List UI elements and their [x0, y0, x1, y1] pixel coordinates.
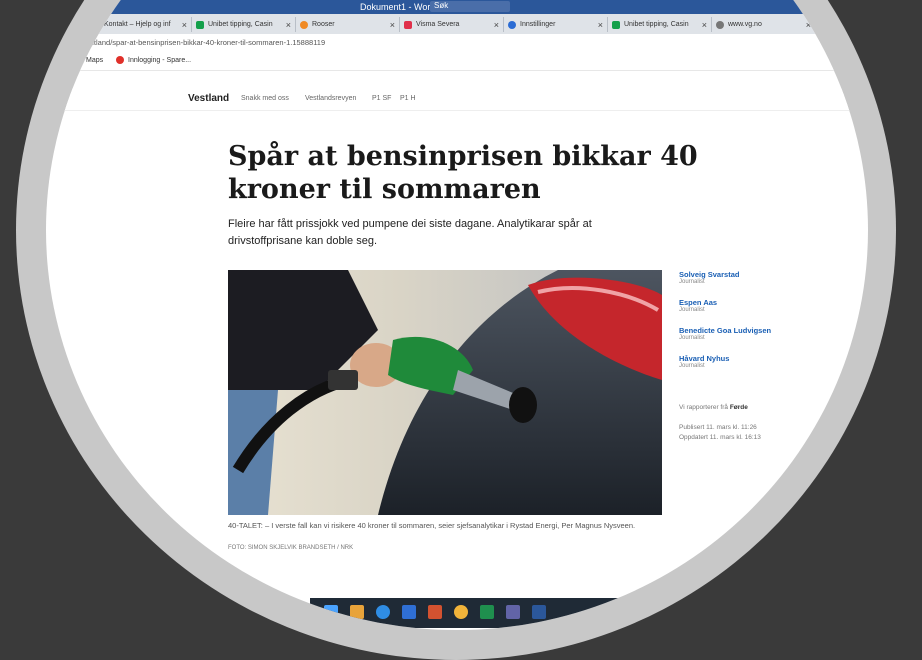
tab-label: Spår [832, 21, 847, 28]
word-icon[interactable] [532, 605, 546, 619]
nav-link-p1sf[interactable]: P1 SF [372, 95, 391, 102]
tab-active-nrk[interactable]: Spår [816, 17, 868, 32]
author-role: Journalist [679, 307, 705, 313]
author-role: Journalist [679, 363, 705, 369]
tab-settings[interactable]: Innstillinger × [504, 17, 608, 32]
author-role: Journalist [679, 335, 705, 341]
tab-vg[interactable]: www.vg.no × [712, 17, 816, 32]
search-box[interactable]: Søk [430, 1, 510, 12]
close-icon[interactable]: × [286, 20, 291, 30]
nav-link-vestlandsrevyen[interactable]: Vestlandsrevyen [305, 95, 356, 102]
tab-label: Unibet tipping, Casin [624, 21, 689, 28]
nav-link-snakk[interactable]: Snakk med oss [241, 95, 289, 102]
author-name[interactable]: Håvard Nyhus [679, 354, 809, 363]
gear-icon [508, 20, 516, 29]
report-place: Førde [729, 404, 748, 411]
updated-date: Oppdatert 11. mars kl. 16:13 [679, 434, 761, 441]
report-prefix: Vi rapporterer frå [679, 404, 729, 411]
edge-icon[interactable] [376, 605, 390, 619]
author-name[interactable]: Espen Aas [679, 298, 809, 307]
unibet-favicon-icon [196, 20, 204, 29]
close-icon[interactable]: × [598, 20, 603, 30]
bookmark-label: Innlogging - Spare... [128, 56, 192, 64]
article-lead: Fleire har fått prissjokk ved pumpene de… [228, 218, 592, 247]
mail-icon[interactable] [402, 605, 416, 619]
tab-unibet[interactable]: Unibet tipping, Casin × [192, 17, 296, 32]
author-byline: Benedicte Goa Ludvigsen Journalist [679, 326, 809, 341]
globe-icon [716, 20, 724, 29]
powerpoint-icon[interactable] [428, 605, 442, 619]
tab-label: Innstillinger [520, 21, 556, 28]
author-name[interactable]: Benedicte Goa Ludvigsen [679, 326, 809, 335]
teams-icon[interactable] [506, 605, 520, 619]
close-icon[interactable]: × [806, 20, 811, 30]
tab-label: www.vg.no [728, 21, 762, 28]
close-icon[interactable]: × [390, 20, 395, 30]
nav-link-p1h[interactable]: P1 H [400, 95, 416, 102]
visma-favicon-icon [404, 20, 412, 29]
maps-icon [74, 56, 82, 64]
author-role: Journalist [679, 279, 705, 285]
published-date: Publisert 11. mars kl. 11:26 [679, 424, 757, 431]
close-icon[interactable]: × [182, 20, 187, 30]
tab-kontakt[interactable]: Kontakt – Hjelp og inf × [88, 17, 192, 32]
tab-label: Visma Severa [416, 21, 460, 28]
author-name[interactable]: Solveig Svarstad [679, 270, 809, 279]
tab-label: Rooser [312, 21, 335, 28]
bookmark-maps[interactable]: Maps [74, 56, 103, 64]
document-title: Dokument1 - Word [360, 2, 436, 12]
author-byline: Håvard Nyhus Journalist [679, 354, 809, 369]
close-icon[interactable]: × [702, 20, 707, 30]
article-photo [228, 270, 662, 515]
tab-unibet-2[interactable]: Unibet tipping, Casin × [608, 17, 712, 32]
folder-icon[interactable] [350, 605, 364, 619]
photo-credit: FOTO: SIMON SKJELVIK BRANDSETH / NRK [228, 545, 354, 551]
tab-label: Kontakt – Hjelp og inf [104, 21, 171, 28]
bookmark-bank[interactable]: Innlogging - Spare... [116, 56, 191, 64]
report-location: Vi rapporterer frå Førde [679, 403, 748, 413]
tab-rooser[interactable]: Rooser × [296, 17, 400, 32]
fuel-nozzle-photo [228, 270, 662, 515]
tab-label: Unibet tipping, Casin [208, 21, 273, 28]
windows-icon[interactable] [324, 605, 338, 619]
section-brand[interactable]: Vestland [188, 93, 229, 104]
photo-caption: 40-TALET: – I verste fall kan vi risiker… [228, 521, 636, 530]
rooser-favicon-icon [300, 20, 308, 29]
bookmark-label: Maps [86, 56, 104, 64]
bookmarks-bar: Maps Innlogging - Spare... [46, 52, 868, 71]
unibet-favicon-icon [612, 20, 620, 29]
tab-visma[interactable]: Visma Severa × [400, 17, 504, 32]
excel-icon[interactable] [480, 605, 494, 619]
nrk-favicon-icon [820, 20, 828, 29]
address-bar[interactable]: a/vestland/spar-at-bensinprisen-bikkar-4… [46, 34, 868, 53]
windows-taskbar [310, 598, 630, 628]
screen-lens: Dokument1 - Word Søk Kontakt – Hjelp og … [46, 0, 868, 630]
author-byline: Solveig Svarstad Journalist [679, 270, 809, 285]
browser-tab-strip: Kontakt – Hjelp og inf × Unibet tipping, … [46, 14, 868, 34]
close-icon[interactable]: × [494, 20, 499, 30]
site-nav: Vestland Snakk med oss Vestlandsrevyen P… [46, 88, 868, 111]
nrk-favicon-icon [92, 20, 100, 29]
publish-dates: Publisert 11. mars kl. 11:26 Oppdatert 1… [679, 423, 761, 443]
word-titlebar: Dokument1 - Word Søk [46, 0, 868, 14]
bank-icon [116, 56, 124, 64]
url-text: a/vestland/spar-at-bensinprisen-bikkar-4… [76, 38, 326, 47]
author-byline: Espen Aas Journalist [679, 298, 809, 313]
chrome-icon[interactable] [454, 605, 468, 619]
article-headline: Spår at bensinprisen bikkar 40 kroner ti… [228, 141, 698, 205]
